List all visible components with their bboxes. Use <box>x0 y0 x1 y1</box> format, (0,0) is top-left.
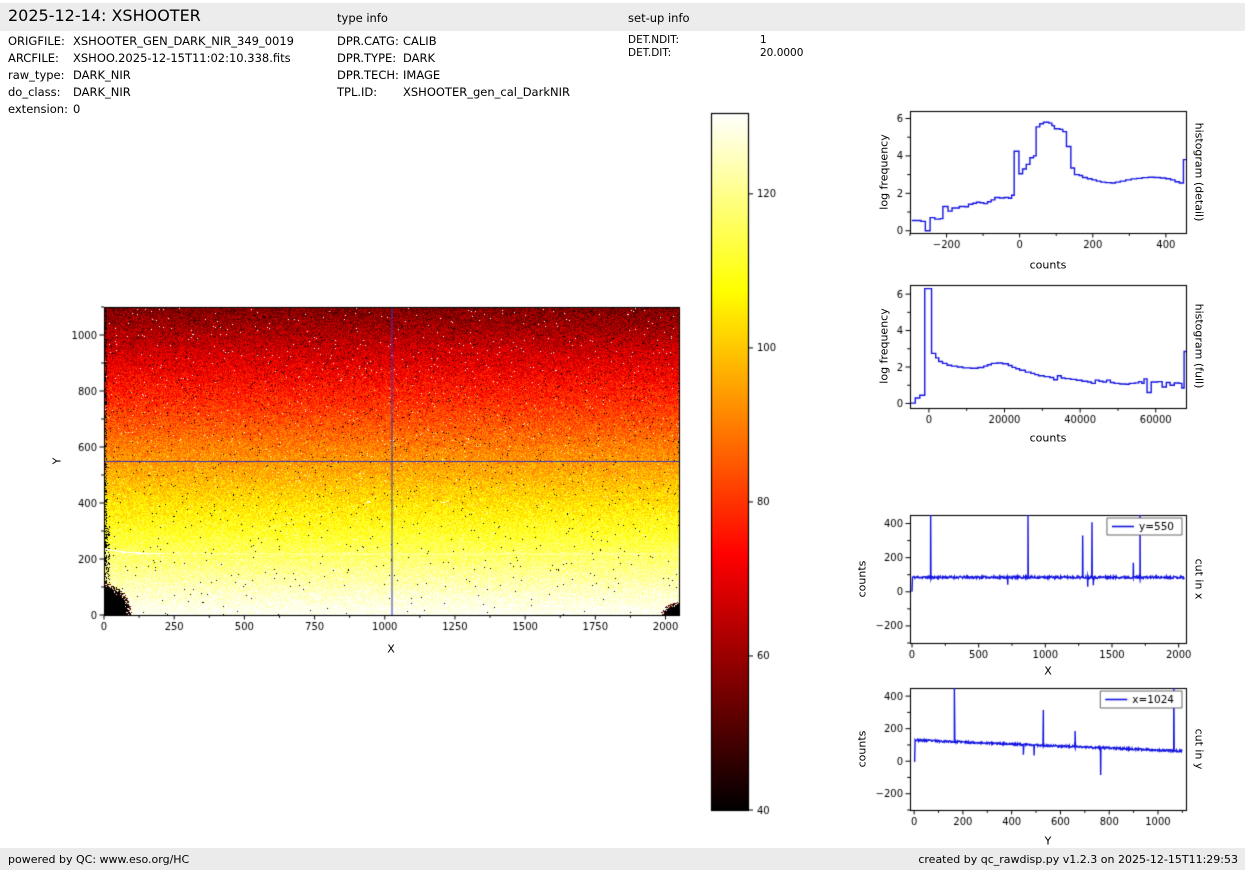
type-info-heading: type info <box>337 11 388 25</box>
hist-detail-ylabel: log frequency <box>878 134 891 209</box>
cut-x-xlabel: X <box>1044 665 1052 678</box>
hist-detail-xlabel: counts <box>1030 259 1067 272</box>
info-value: XSHOOTER_GEN_DARK_NIR_349_0019 <box>73 34 294 48</box>
hist-full-title: histogram (full) <box>1193 304 1206 389</box>
footer-powered-by: powered by QC: www.eso.org/HC <box>8 853 189 866</box>
info-label: DET.DIT: <box>628 47 671 59</box>
heatmap-xlabel: X <box>387 643 395 656</box>
hist-full-ylabel: log frequency <box>878 308 891 383</box>
info-value: IMAGE <box>403 68 440 82</box>
info-label: DPR.TYPE: <box>337 51 401 65</box>
info-label: do_class: <box>8 85 70 99</box>
info-value: 0 <box>73 102 80 116</box>
cut-y-xlabel: Y <box>1045 835 1052 848</box>
cut-in-y-canvas <box>845 675 1245 843</box>
histogram-full-canvas <box>845 272 1245 444</box>
cut-y-ylabel: counts <box>856 731 869 768</box>
info-value: DARK <box>403 51 435 65</box>
info-label: extension: <box>8 102 70 116</box>
info-label: ARCFILE: <box>8 51 70 65</box>
cut-x-title: cut in x <box>1193 559 1206 600</box>
info-label: TPL.ID: <box>337 85 401 99</box>
cut-x-ylabel: counts <box>856 561 869 598</box>
info-value: 20.0000 <box>760 47 803 59</box>
heatmap-ylabel: Y <box>51 458 64 465</box>
info-value: DARK_NIR <box>73 85 131 99</box>
setup-info-heading: set-up info <box>628 11 690 25</box>
histogram-detail-canvas <box>845 98 1245 270</box>
info-label: DPR.TECH: <box>337 68 401 82</box>
cut-in-x-canvas <box>845 502 1245 678</box>
hist-full-xlabel: counts <box>1030 432 1067 445</box>
info-value: 1 <box>760 34 767 46</box>
colorbar-canvas <box>700 105 792 825</box>
info-label: DPR.CATG: <box>337 34 401 48</box>
info-value: CALIB <box>403 34 437 48</box>
raw-image-canvas <box>64 295 716 647</box>
cut-y-title: cut in y <box>1193 729 1206 770</box>
qc-report-page: 2025-12-14: XSHOOTER type info set-up in… <box>0 0 1245 870</box>
info-label: raw_type: <box>8 68 70 82</box>
info-value: DARK_NIR <box>73 68 131 82</box>
info-label: DET.NDIT: <box>628 34 679 46</box>
info-label: ORIGFILE: <box>8 34 70 48</box>
hist-detail-title: histogram (detail) <box>1193 123 1206 222</box>
footer-bar: powered by QC: www.eso.org/HC created by… <box>0 848 1245 870</box>
info-value: XSHOO.2025-12-15T11:02:10.338.fits <box>73 51 291 65</box>
page-title: 2025-12-14: XSHOOTER <box>8 6 201 25</box>
footer-created-by: created by qc_rawdisp.py v1.2.3 on 2025-… <box>918 853 1238 866</box>
info-value: XSHOOTER_gen_cal_DarkNIR <box>403 85 570 99</box>
